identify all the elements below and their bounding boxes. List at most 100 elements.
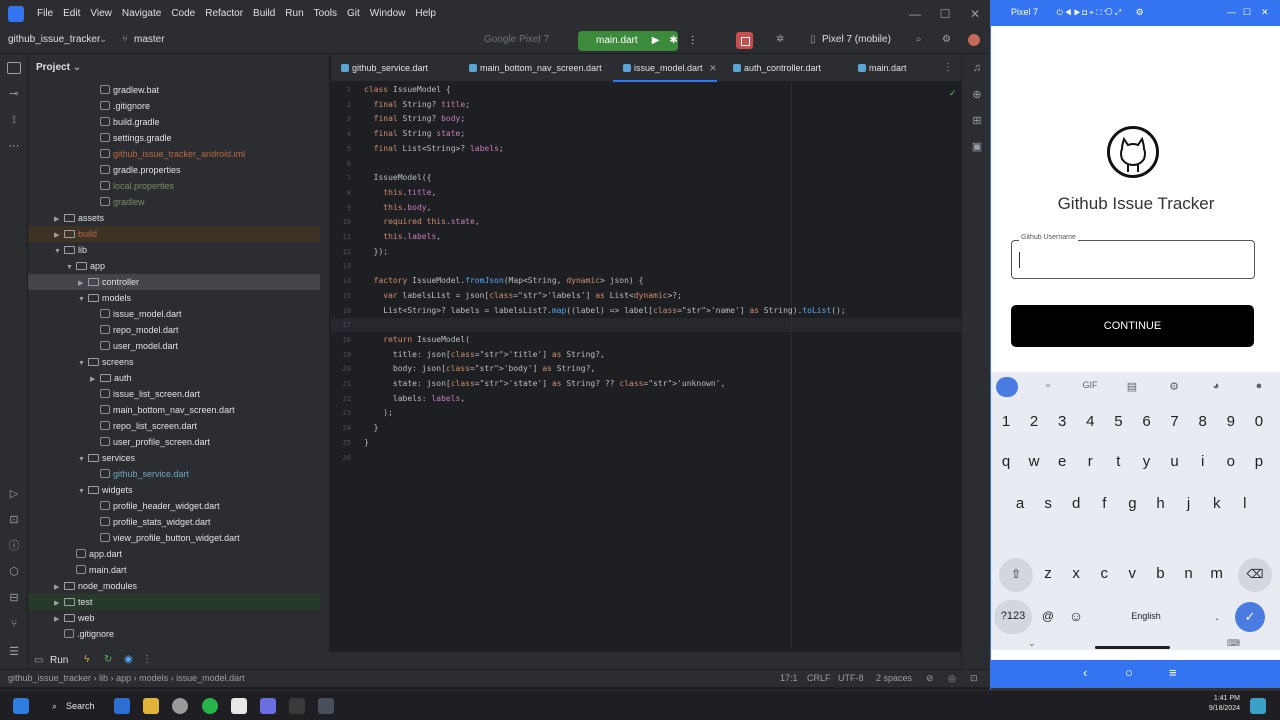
code-line[interactable]: var labelsList = json[class="str">'label… bbox=[364, 291, 682, 300]
key-k[interactable]: k bbox=[1205, 488, 1229, 520]
code-line[interactable]: labels: labels, bbox=[364, 394, 465, 403]
key-0[interactable]: 0 bbox=[1247, 406, 1271, 438]
run-tab[interactable]: Run bbox=[50, 655, 68, 666]
project-selector[interactable]: github_issue_tracker bbox=[8, 34, 100, 45]
emoji-icon[interactable]: ☺ bbox=[1064, 600, 1088, 632]
code-line[interactable]: ); bbox=[364, 408, 393, 417]
menu-code[interactable]: Code bbox=[166, 0, 200, 28]
minimize-icon[interactable]: — bbox=[1227, 0, 1236, 24]
problems-icon[interactable]: ⓘ bbox=[7, 540, 21, 552]
key-m[interactable]: m bbox=[1205, 558, 1229, 590]
tree-folder[interactable]: ▶ build bbox=[28, 226, 320, 242]
code-line[interactable]: required this.state, bbox=[364, 217, 479, 226]
emulator-controls-icon[interactable]: ⏻ ◀ ▶ ◘ ⌖ ⛶ ⟲ ⤢ bbox=[1057, 8, 1122, 17]
project-folder-icon[interactable] bbox=[7, 62, 21, 74]
key-v[interactable]: v bbox=[1120, 558, 1144, 590]
caret-position[interactable]: 17:1 bbox=[780, 673, 798, 683]
inkscape-icon[interactable] bbox=[231, 698, 247, 714]
key-z[interactable]: z bbox=[1036, 558, 1060, 590]
tab-issue-model[interactable]: issue_model.dart ✕ bbox=[613, 54, 717, 82]
code-line[interactable]: state: json[class="str">'state'] as Stri… bbox=[364, 379, 725, 388]
tree-folder[interactable]: ▶ assets bbox=[28, 210, 320, 226]
windows-start-icon[interactable] bbox=[13, 698, 29, 714]
devtools-icon[interactable]: ◉ bbox=[124, 654, 133, 665]
chrome-icon[interactable] bbox=[172, 698, 188, 714]
home-icon[interactable]: ○ bbox=[1125, 665, 1133, 680]
key-s[interactable]: s bbox=[1036, 488, 1060, 520]
code-line[interactable]: body: json[class="str">'body'] as String… bbox=[364, 364, 595, 373]
taskbar-search[interactable]: ⌕ Search bbox=[48, 696, 104, 716]
project-panel-title[interactable]: Project ⌄ bbox=[28, 54, 329, 82]
notification-center-icon[interactable] bbox=[1250, 698, 1266, 714]
logcat-icon[interactable]: ⊡ bbox=[7, 514, 21, 526]
key-b[interactable]: b bbox=[1148, 558, 1172, 590]
tree-folder[interactable]: ▼ models bbox=[28, 290, 320, 306]
tree-file[interactable]: repo_list_screen.dart bbox=[28, 418, 320, 434]
close-icon[interactable]: ✕ bbox=[1261, 0, 1269, 24]
key-3[interactable]: 3 bbox=[1050, 406, 1074, 438]
tree-folder[interactable]: ▼ lib bbox=[28, 242, 320, 258]
settings-gear-icon[interactable]: ⚙ bbox=[1164, 380, 1184, 396]
code-line[interactable]: } bbox=[364, 423, 379, 432]
code-line[interactable]: final String? body; bbox=[364, 114, 466, 123]
tree-file[interactable]: build.gradle bbox=[28, 114, 320, 130]
tab-auth-controller[interactable]: auth_controller.dart bbox=[723, 54, 821, 82]
menu-window[interactable]: Window bbox=[365, 0, 411, 28]
search-icon[interactable]: ⌕ bbox=[916, 34, 922, 45]
tree-file[interactable]: main.dart bbox=[28, 562, 320, 578]
menu-tools[interactable]: Tools bbox=[309, 0, 342, 28]
maximize-icon[interactable]: ☐ bbox=[1243, 0, 1251, 24]
settings-gear-icon[interactable]: ⚙ bbox=[1136, 7, 1144, 17]
period-key[interactable]: . bbox=[1205, 600, 1229, 632]
tree-file[interactable]: app.dart bbox=[28, 546, 320, 562]
run-tool-icon[interactable]: ▷ bbox=[7, 488, 21, 500]
tab-main-bottom-nav-screen[interactable]: main_bottom_nav_screen.dart bbox=[459, 54, 602, 82]
stop-button[interactable] bbox=[736, 32, 753, 49]
recents-icon[interactable]: ≡ bbox=[1169, 665, 1177, 680]
running-devices-icon[interactable]: ▣ bbox=[970, 140, 984, 154]
code-line[interactable]: this.title, bbox=[364, 188, 436, 197]
key-1[interactable]: 1 bbox=[994, 406, 1018, 438]
tree-folder[interactable]: ▼ screens bbox=[28, 354, 320, 370]
tree-file[interactable]: profile_stats_widget.dart bbox=[28, 514, 320, 530]
code-line[interactable]: IssueModel({ bbox=[364, 173, 432, 182]
tree-file[interactable]: local.properties bbox=[28, 178, 320, 194]
settings-gear-icon[interactable]: ⚙ bbox=[942, 34, 951, 45]
tree-folder[interactable]: ▶ node_modules bbox=[28, 578, 320, 594]
indent-setting[interactable]: 2 spaces bbox=[876, 673, 912, 683]
key-c[interactable]: c bbox=[1092, 558, 1116, 590]
todo-icon[interactable]: ☰ bbox=[7, 646, 21, 658]
avatar[interactable] bbox=[968, 34, 980, 46]
key-8[interactable]: 8 bbox=[1191, 406, 1215, 438]
memory-indicator-icon[interactable]: ◎ bbox=[948, 673, 956, 684]
emulator-device-selector[interactable]: Pixel 7 (mobile) bbox=[822, 34, 891, 45]
tree-file[interactable]: main_bottom_nav_screen.dart bbox=[28, 402, 320, 418]
key-d[interactable]: d bbox=[1064, 488, 1088, 520]
code-line[interactable]: final String state; bbox=[364, 129, 466, 138]
commit-icon[interactable]: ⊸ bbox=[7, 88, 21, 100]
key-e[interactable]: e bbox=[1050, 446, 1074, 478]
key-5[interactable]: 5 bbox=[1106, 406, 1130, 438]
menu-file[interactable]: File bbox=[32, 0, 58, 28]
code-line[interactable]: this.body, bbox=[364, 203, 431, 212]
gif-key[interactable]: GIF bbox=[1080, 380, 1100, 396]
tree-file[interactable]: issue_list_screen.dart bbox=[28, 386, 320, 402]
menu-edit[interactable]: Edit bbox=[58, 0, 85, 28]
tree-folder[interactable]: ▼ app bbox=[28, 258, 320, 274]
microphone-icon[interactable]: ● bbox=[1249, 380, 1269, 396]
back-icon[interactable]: ‹ bbox=[1083, 665, 1087, 680]
tree-file[interactable]: gradlew.bat bbox=[28, 82, 320, 98]
run-icon[interactable]: ▶ bbox=[652, 35, 660, 46]
key-6[interactable]: 6 bbox=[1135, 406, 1159, 438]
line-separator[interactable]: CRLF bbox=[807, 673, 831, 683]
theme-palette-icon[interactable]: ◕ bbox=[1206, 380, 1226, 396]
discord-icon[interactable] bbox=[260, 698, 276, 714]
tree-file[interactable]: profile_header_widget.dart bbox=[28, 498, 320, 514]
close-tab-icon[interactable]: ✕ bbox=[709, 63, 717, 73]
gradle-icon[interactable]: ⊕ bbox=[970, 88, 984, 102]
close-icon[interactable]: ✕ bbox=[960, 0, 990, 28]
whatsapp-icon[interactable] bbox=[202, 698, 218, 714]
key-h[interactable]: h bbox=[1149, 488, 1173, 520]
continue-button[interactable]: CONTINUE bbox=[1011, 305, 1254, 347]
debug-icon[interactable]: ✱ bbox=[669, 35, 677, 46]
